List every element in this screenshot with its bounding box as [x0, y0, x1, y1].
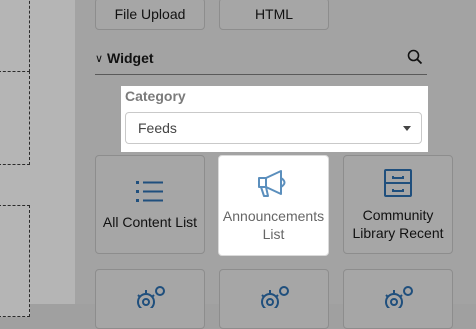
widget-label: Announcements: [222, 207, 325, 224]
tile-label: HTML: [254, 6, 294, 22]
chevron-down-icon: [403, 126, 411, 131]
chevron-down-icon[interactable]: ∨: [95, 52, 103, 65]
file-upload-tile[interactable]: File Upload: [95, 0, 205, 30]
gear-icon: [133, 286, 167, 312]
file-cabinet-icon: [383, 168, 413, 198]
list-icon: [135, 179, 165, 205]
category-select[interactable]: Feeds: [125, 112, 422, 144]
announcements-list-widget[interactable]: Announcements List: [218, 155, 329, 256]
widget-label: List: [262, 225, 285, 242]
html-tile[interactable]: HTML: [219, 0, 329, 30]
gear-icon: [381, 286, 415, 312]
widget-tile[interactable]: [219, 269, 329, 329]
canvas-region[interactable]: [0, 71, 30, 165]
widget-tile[interactable]: [95, 269, 205, 329]
category-filter: Category Feeds: [121, 86, 428, 152]
community-library-recent-widget[interactable]: Community Library Recent: [343, 155, 453, 254]
megaphone-icon: [257, 169, 291, 199]
canvas-region[interactable]: [0, 0, 30, 72]
canvas-region[interactable]: [0, 205, 30, 317]
widget-label: All Content List: [102, 213, 198, 230]
section-title: Widget: [107, 50, 154, 66]
gear-icon: [257, 286, 291, 312]
category-value: Feeds: [138, 120, 177, 136]
widget-tile[interactable]: [343, 269, 453, 329]
widget-label: Library Recent: [352, 224, 444, 241]
page-canvas: [0, 0, 75, 317]
widget-label: Community: [362, 206, 434, 223]
widget-section-header[interactable]: ∨ Widget: [95, 46, 427, 75]
search-icon[interactable]: [407, 49, 423, 70]
tile-label: File Upload: [114, 6, 186, 22]
category-label: Category: [125, 88, 186, 104]
all-content-list-widget[interactable]: All Content List: [95, 155, 205, 254]
